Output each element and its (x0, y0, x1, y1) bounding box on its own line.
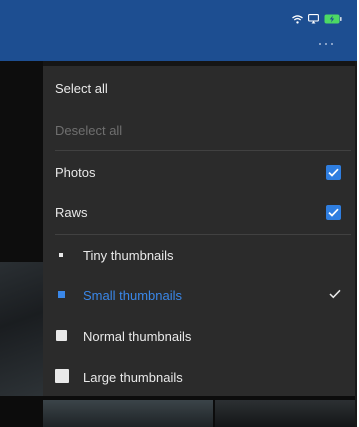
menu-item-small-thumbnails[interactable]: Small thumbnails (43, 281, 355, 309)
status-bar (292, 14, 342, 26)
menu-divider (55, 234, 351, 235)
tiny-thumbnail-size-icon (59, 253, 63, 257)
battery-charging-icon (324, 11, 342, 29)
menu-item-label: Raws (55, 204, 88, 220)
background-photo-thumbnail (43, 400, 213, 427)
background-photo-thumbnail (0, 262, 43, 410)
menu-item-photos[interactable]: Photos (43, 158, 355, 186)
wifi-icon (292, 11, 303, 29)
background-photo-thumbnail (215, 400, 357, 427)
menu-item-label: Deselect all (55, 122, 123, 138)
checkmark-icon (329, 286, 341, 304)
small-thumbnail-size-icon (58, 291, 65, 298)
checkbox-checked-icon[interactable] (326, 204, 341, 220)
menu-divider (55, 150, 351, 151)
menu-item-large-thumbnails[interactable]: Large thumbnails (43, 363, 355, 391)
app-top-bar (0, 0, 357, 61)
background-content (355, 61, 357, 427)
menu-item-normal-thumbnails[interactable]: Normal thumbnails (43, 322, 355, 350)
checkbox-checked-icon[interactable] (326, 164, 341, 180)
more-horizontal-icon[interactable] (319, 42, 333, 46)
menu-item-label: Tiny thumbnails (83, 247, 174, 263)
menu-item-select-all[interactable]: Select all (43, 74, 355, 102)
menu-item-label: Large thumbnails (83, 369, 183, 385)
normal-thumbnail-size-icon (56, 330, 67, 341)
large-thumbnail-size-icon (55, 369, 69, 383)
menu-item-label: Select all (55, 80, 108, 96)
menu-item-label: Photos (55, 164, 96, 180)
menu-item-tiny-thumbnails[interactable]: Tiny thumbnails (43, 241, 355, 269)
menu-item-label: Normal thumbnails (83, 328, 192, 344)
menu-item-deselect-all[interactable]: Deselect all (43, 116, 355, 144)
filter-dropdown-menu: Select all Deselect all Photos Raws Tiny… (43, 66, 355, 396)
menu-item-raws[interactable]: Raws (43, 198, 355, 226)
screen-mirror-icon (308, 11, 319, 29)
menu-item-label: Small thumbnails (83, 287, 182, 303)
tablet-screen: Select all Deselect all Photos Raws Tiny… (0, 0, 357, 427)
